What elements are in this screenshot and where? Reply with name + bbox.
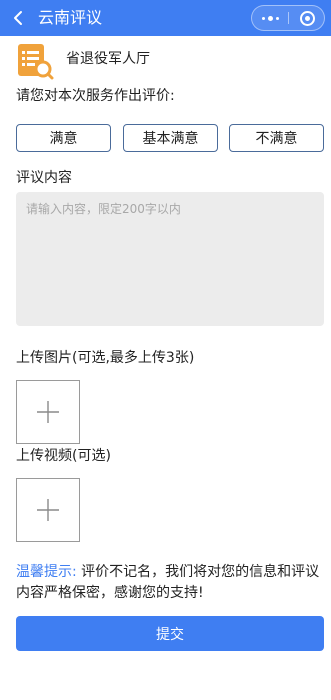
page-title: 云南评议 (38, 8, 103, 27)
navbar: 云南评议 (0, 0, 331, 36)
comment-input[interactable] (16, 192, 324, 326)
document-search-icon (18, 44, 54, 80)
plus-icon (37, 401, 59, 423)
upload-video-label: 上传视频(可选) (16, 448, 111, 464)
tips-label: 温馨提示: (16, 564, 77, 580)
capsule-menu (251, 5, 325, 31)
upload-image-label: 上传图片(可选,最多上传3张) (16, 350, 195, 366)
plus-icon (37, 499, 59, 521)
tips-text: 温馨提示: 评价不记名，我们将对您的信息和评议内容严格保密，感谢您的支持! (16, 562, 326, 604)
submit-button[interactable]: 提交 (16, 616, 324, 651)
rating-option-basically-satisfied[interactable]: 基本满意 (123, 124, 218, 152)
rating-prompt: 请您对本次服务作出评价: (16, 88, 175, 104)
more-dots-icon[interactable] (252, 6, 288, 30)
upload-video-button[interactable] (16, 478, 80, 542)
department-name: 省退役军人厅 (66, 51, 150, 67)
comment-label: 评议内容 (16, 170, 72, 186)
rating-option-unsatisfied[interactable]: 不满意 (229, 124, 324, 152)
upload-image-button[interactable] (16, 380, 80, 444)
target-circle-icon[interactable] (289, 6, 325, 30)
chevron-left-icon[interactable] (10, 9, 28, 27)
rating-option-satisfied[interactable]: 满意 (16, 124, 111, 152)
